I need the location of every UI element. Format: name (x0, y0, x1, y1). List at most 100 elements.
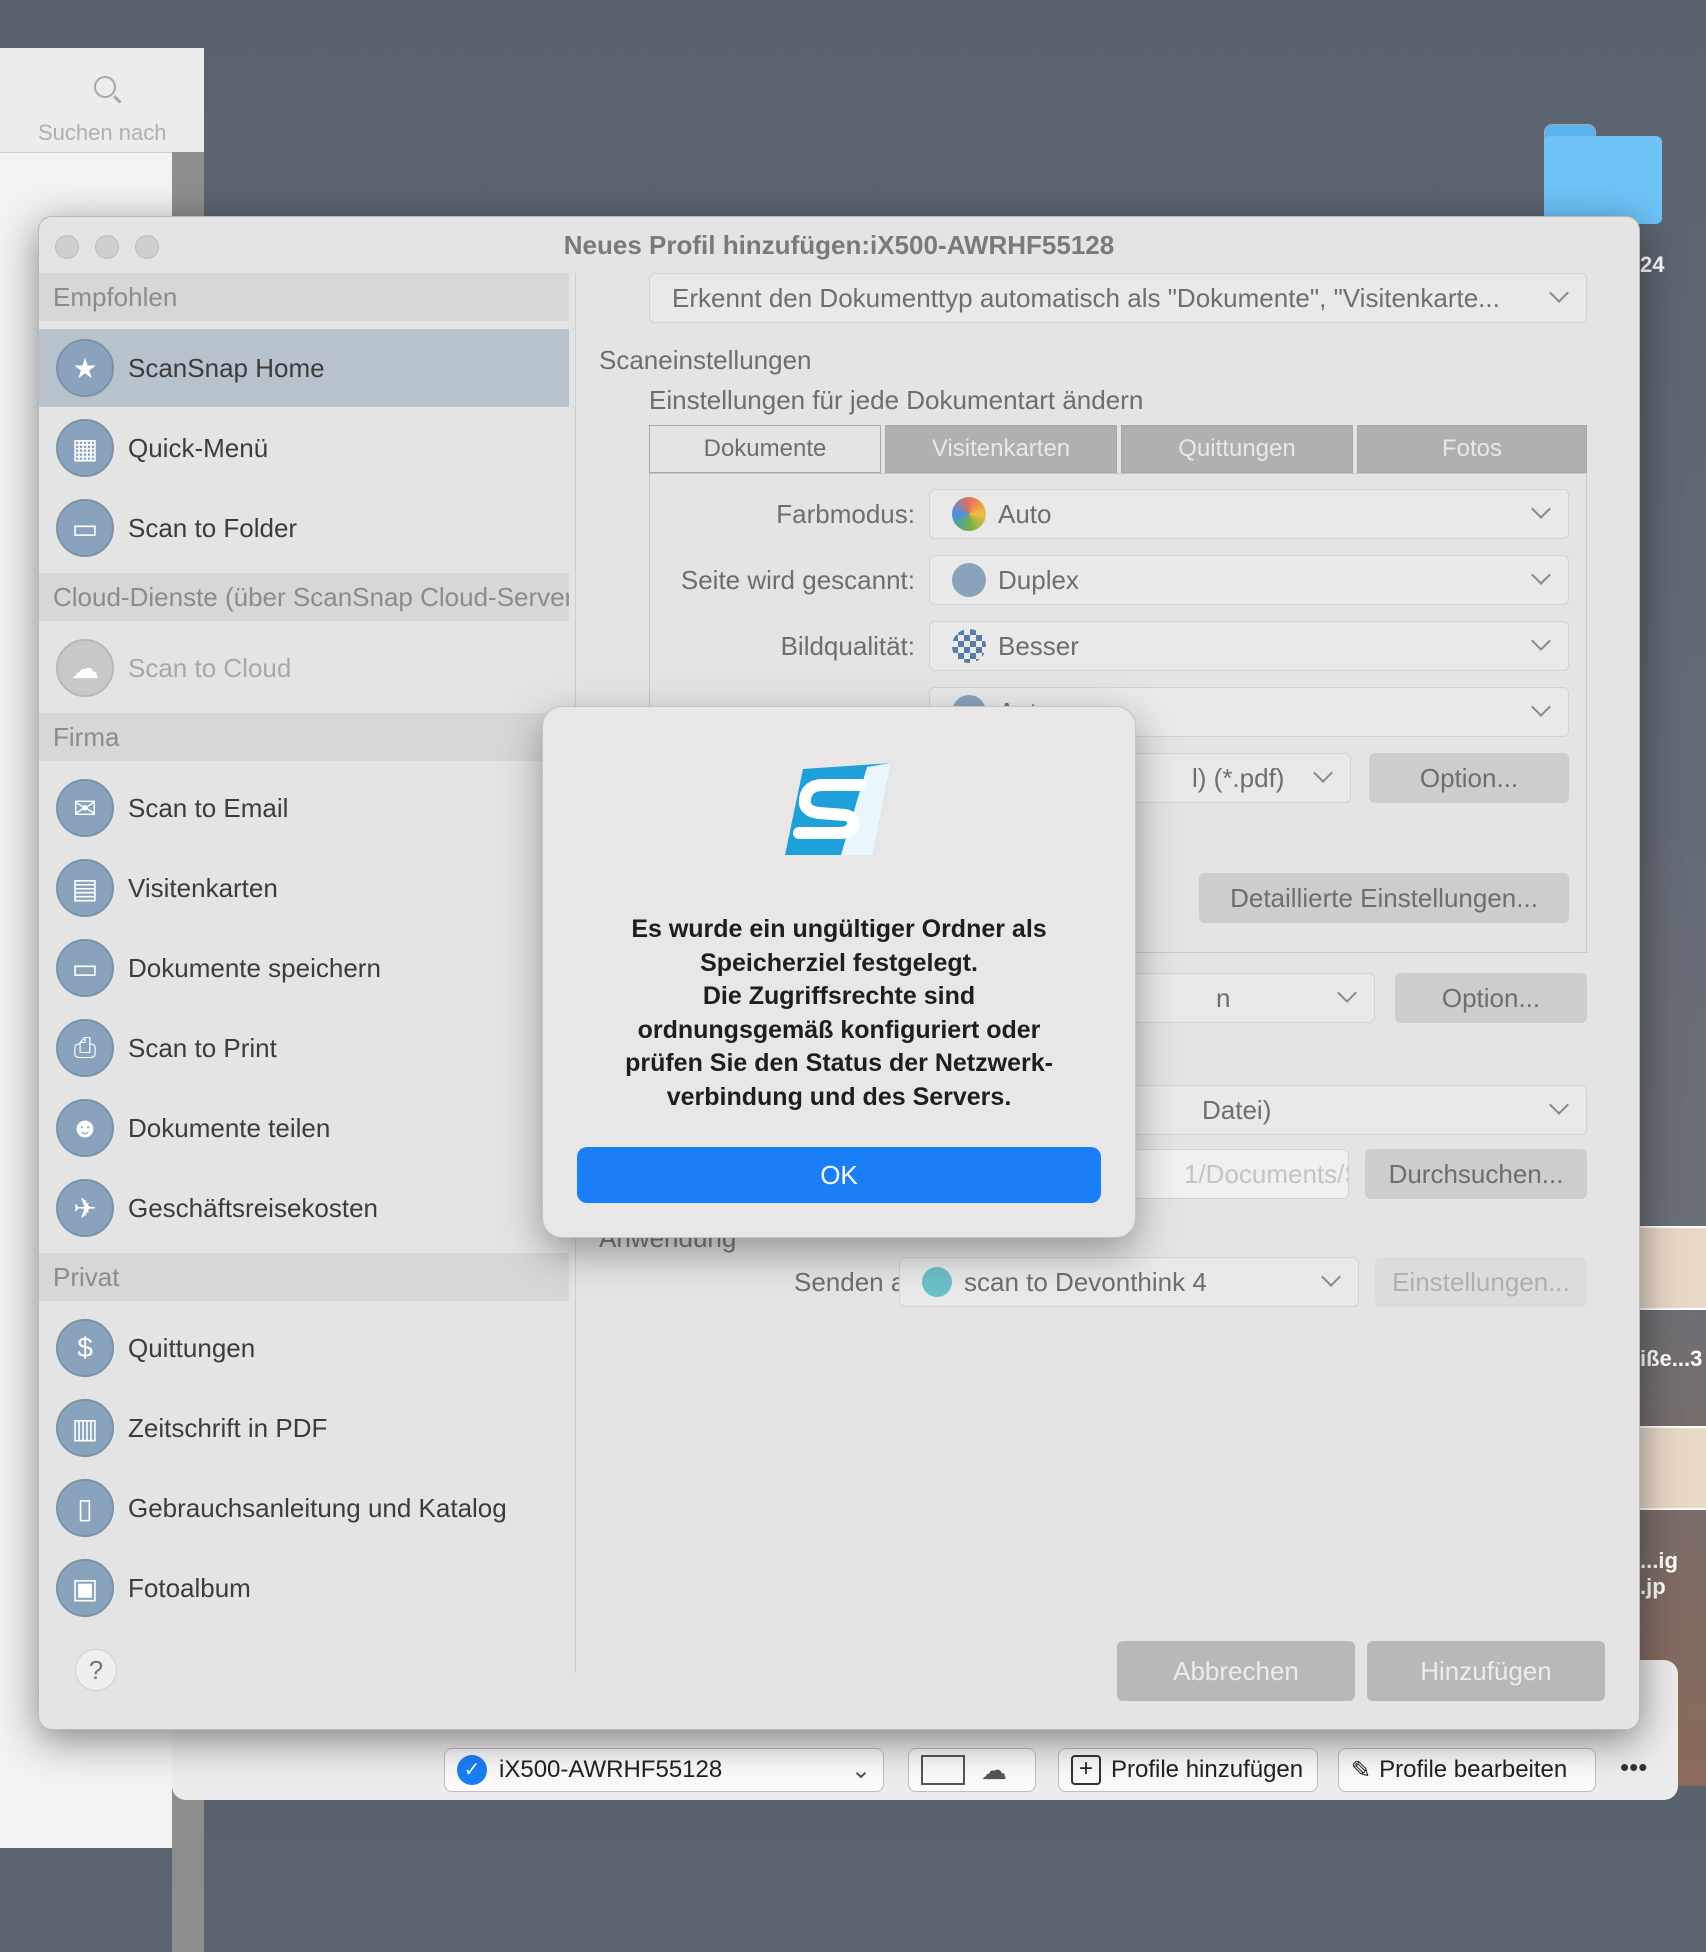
alert-message-line: Es wurde ein ungültiger Ordner als (631, 915, 1047, 943)
file-name-option-button[interactable]: Option... (1395, 973, 1587, 1023)
more-icon[interactable]: ••• (1620, 1752, 1647, 1783)
file-name-value: n (1216, 982, 1231, 1013)
scanner-view-icon[interactable] (921, 1755, 965, 1785)
sidebar-item-photo-album[interactable]: ▣ Fotoalbum (39, 1549, 569, 1627)
image-quality-value: Besser (998, 630, 1079, 661)
desktop-file-label[interactable]: ...ig .jp (1640, 1548, 1706, 1600)
scan-side-label: Seite wird gescannt: (680, 565, 915, 595)
send-to-label: Senden an: (793, 1267, 927, 1297)
chevron-down-icon (1531, 499, 1551, 519)
cloud-view-icon[interactable]: ☁ (981, 1755, 1007, 1786)
desktop-file-label[interactable]: iße...3 (1640, 1346, 1702, 1372)
chevron-down-icon (1313, 763, 1333, 783)
sidebar-item-label: Scan to Cloud (128, 652, 292, 683)
color-mode-label: Farbmodus: (776, 499, 915, 529)
detailed-settings-button[interactable]: Detaillierte Einstellungen... (1199, 873, 1569, 923)
auto-color-icon (952, 497, 986, 531)
section-header-recommended: Empfohlen (39, 273, 569, 321)
send-to-dropdown[interactable]: scan to Devonthink 4 (899, 1257, 1359, 1307)
sidebar-item-share-documents[interactable]: ☻ Dokumente teilen (39, 1089, 569, 1167)
sidebar-item-label: Scan to Folder (128, 512, 298, 543)
finder-toolbar: Suchen nach (0, 48, 204, 153)
format-option-button[interactable]: Option... (1369, 753, 1569, 803)
grid-icon: ▦ (56, 419, 114, 477)
star-icon: ★ (56, 339, 114, 397)
folder-icon: ▭ (56, 939, 114, 997)
sidebar-item-scan-to-print[interactable]: ⎙ Scan to Print (39, 1009, 569, 1087)
airplane-icon: ✈ (56, 1179, 114, 1237)
sidebar-item-scansnap-home[interactable]: ★ ScanSnap Home (39, 329, 569, 407)
sidebar-item-label: Scan to Print (128, 1032, 277, 1063)
chevron-down-icon (1549, 283, 1569, 303)
error-alert-dialog: Es wurde ein ungültiger Ordner als Speic… (542, 706, 1136, 1238)
sidebar-item-travel-expenses[interactable]: ✈ Geschäftsreisekosten (39, 1169, 569, 1247)
desktop-folder-label[interactable]: 24 (1640, 252, 1664, 278)
scan-side-dropdown[interactable]: Duplex (929, 555, 1569, 605)
sidebar-item-save-documents[interactable]: ▭ Dokumente speichern (39, 929, 569, 1007)
checkmark-icon: ✓ (457, 1755, 487, 1785)
sidebar-item-label: Quick-Menü (128, 432, 269, 463)
add-profiles-button[interactable]: + Profile hinzufügen (1058, 1748, 1318, 1792)
add-button[interactable]: Hinzufügen (1367, 1641, 1605, 1701)
sidebar-item-magazine-pdf[interactable]: ▥ Zeitschrift in PDF (39, 1389, 569, 1467)
zoom-window-button[interactable] (135, 235, 159, 259)
close-window-button[interactable] (55, 235, 79, 259)
color-mode-value: Auto (998, 498, 1052, 529)
tab-documents[interactable]: Dokumente (649, 425, 881, 473)
sidebar-item-receipts[interactable]: $ Quittungen (39, 1309, 569, 1387)
sidebar-item-label: ScanSnap Home (128, 352, 325, 383)
device-selector[interactable]: ✓ iX500-AWRHF55128 ⌄ (444, 1748, 884, 1792)
image-quality-dropdown[interactable]: Besser (929, 621, 1569, 671)
help-button[interactable]: ? (75, 1649, 117, 1691)
book-icon: ▯ (56, 1479, 114, 1537)
device-name: iX500-AWRHF55128 (499, 1756, 723, 1783)
chevron-down-icon (1321, 1267, 1341, 1287)
sidebar-item-scan-to-email[interactable]: ✉ Scan to Email (39, 769, 569, 847)
document-type-tabs: Dokumente Visitenkarten Quittungen Fotos (649, 425, 1587, 473)
edit-profiles-button[interactable]: ✎ Profile bearbeiten (1338, 1748, 1596, 1792)
sidebar-item-scan-to-cloud[interactable]: ☁ Scan to Cloud (39, 629, 569, 707)
print-icon: ⎙ (56, 1019, 114, 1077)
sidebar-item-label: Zeitschrift in PDF (128, 1412, 328, 1443)
sidebar-item-manual-catalog[interactable]: ▯ Gebrauchsanleitung und Katalog (39, 1469, 569, 1547)
edit-icon: ✎ (1351, 1756, 1372, 1784)
per-type-settings-label: Einstellungen für jede Dokumentart änder… (649, 385, 1144, 415)
chevron-down-icon: ⌄ (850, 1756, 871, 1784)
document-type-dropdown[interactable]: Erkennt den Dokumenttyp automatisch als … (649, 273, 1587, 323)
magazine-icon: ▥ (56, 1399, 114, 1457)
chevron-down-icon (1531, 565, 1551, 585)
alert-message-line: Speicherziel festgelegt. (700, 948, 978, 977)
minimize-window-button[interactable] (95, 235, 119, 259)
desktop-file-thumbnail[interactable] (1638, 1426, 1706, 1510)
sidebar-item-label: Dokumente speichern (128, 952, 381, 983)
color-mode-dropdown[interactable]: Auto (929, 489, 1569, 539)
tab-receipts[interactable]: Quittungen (1121, 425, 1353, 473)
cloud-icon: ☁ (56, 639, 114, 697)
search-icon[interactable] (94, 76, 116, 98)
chevron-down-icon (1337, 983, 1357, 1003)
desktop-file-thumbnail[interactable] (1638, 1226, 1706, 1310)
browse-button[interactable]: Durchsuchen... (1365, 1149, 1587, 1199)
scansnap-logo-icon (785, 763, 891, 855)
application-settings-button[interactable]: Einstellungen... (1375, 1257, 1587, 1307)
tab-photos[interactable]: Fotos (1357, 425, 1587, 473)
ok-button[interactable]: OK (577, 1147, 1101, 1203)
view-toggle[interactable]: ☁ (908, 1748, 1036, 1792)
chevron-down-icon (1531, 631, 1551, 651)
sidebar-item-quick-menu[interactable]: ▦ Quick-Menü (39, 409, 569, 487)
save-destination-value: Datei) (1202, 1094, 1272, 1125)
save-path-value: 1/Documents/Sca (1184, 1158, 1348, 1189)
chevron-down-icon (1531, 697, 1551, 717)
desktop-folder-icon[interactable] (1544, 124, 1662, 224)
tab-business-cards[interactable]: Visitenkarten (885, 425, 1117, 473)
search-label[interactable]: Suchen nach (38, 120, 166, 146)
sidebar-item-label: Fotoalbum (128, 1572, 251, 1603)
sidebar-item-scan-to-folder[interactable]: ▭ Scan to Folder (39, 489, 569, 567)
cancel-button[interactable]: Abbrechen (1117, 1641, 1355, 1701)
section-header-private: Privat (39, 1253, 569, 1301)
chevron-down-icon (1549, 1095, 1569, 1115)
sidebar-item-label: Quittungen (128, 1332, 256, 1363)
image-quality-label: Bildqualität: (780, 631, 915, 661)
devonthink-icon (922, 1267, 952, 1297)
sidebar-item-business-cards[interactable]: ▤ Visitenkarten (39, 849, 569, 927)
